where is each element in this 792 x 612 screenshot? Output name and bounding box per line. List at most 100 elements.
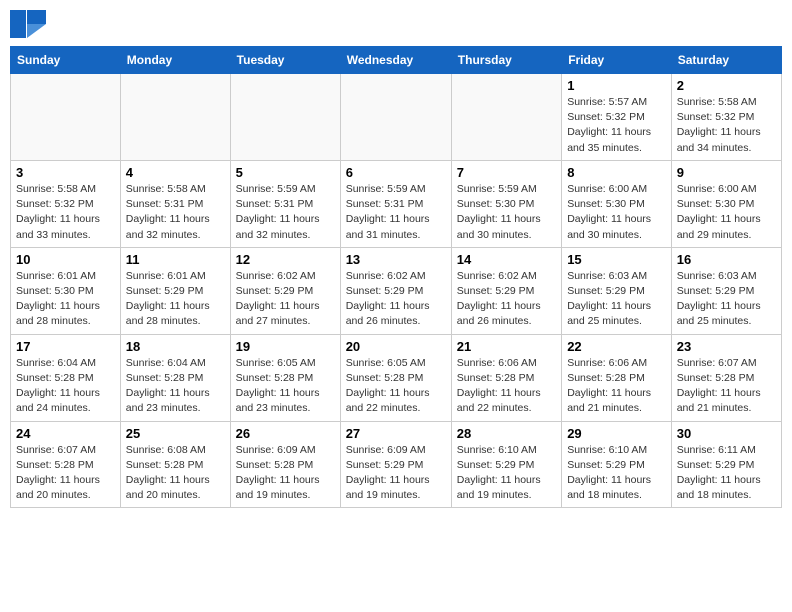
calendar-day-cell: 28 Sunrise: 6:10 AM Sunset: 5:29 PM Dayli…: [451, 421, 561, 508]
day-number: 21: [457, 339, 556, 354]
day-number: 11: [126, 252, 225, 267]
calendar-day-cell: 30 Sunrise: 6:11 AM Sunset: 5:29 PM Dayli…: [671, 421, 781, 508]
calendar-week-row: 17Sunrise: 6:04 AM Sunset: 5:28 PM Dayli…: [11, 334, 782, 421]
day-number: 12: [236, 252, 335, 267]
calendar-day-cell: [120, 74, 230, 161]
day-info: Sunrise: 6:05 AM Sunset: 5:28 PM Dayligh…: [346, 356, 446, 417]
day-info: Sunrise: 6:09 AM Sunset: 5:29 PM Dayligh…: [346, 443, 446, 504]
calendar-day-cell: 22 Sunrise: 6:06 AM Sunset: 5:28 PM Dayli…: [562, 334, 672, 421]
weekday-header-cell: Friday: [562, 47, 672, 74]
calendar-day-cell: 10 Sunrise: 6:01 AM Sunset: 5:30 PM Dayli…: [11, 247, 121, 334]
day-info: Sunrise: 5:58 AM Sunset: 5:32 PM Dayligh…: [677, 95, 776, 156]
day-number: 29: [567, 426, 666, 441]
day-number: 23: [677, 339, 776, 354]
day-info: Sunrise: 6:02 AM Sunset: 5:29 PM Dayligh…: [457, 269, 556, 330]
calendar-day-cell: 8 Sunrise: 6:00 AM Sunset: 5:30 PM Daylig…: [562, 160, 672, 247]
day-info: Sunrise: 5:57 AM Sunset: 5:32 PM Dayligh…: [567, 95, 666, 156]
day-number: 5: [236, 165, 335, 180]
day-info: Sunrise: 6:08 AM Sunset: 5:28 PM Dayligh…: [126, 443, 225, 504]
day-number: 7: [457, 165, 556, 180]
calendar-day-cell: 7 Sunrise: 5:59 AM Sunset: 5:30 PM Daylig…: [451, 160, 561, 247]
page-header: [10, 10, 782, 38]
day-info: Sunrise: 5:59 AM Sunset: 5:31 PM Dayligh…: [346, 182, 446, 243]
day-info: Sunrise: 5:59 AM Sunset: 5:30 PM Dayligh…: [457, 182, 556, 243]
calendar-week-row: 1 Sunrise: 5:57 AM Sunset: 5:32 PM Daylig…: [11, 74, 782, 161]
day-info: Sunrise: 6:04 AM Sunset: 5:28 PM Dayligh…: [16, 356, 115, 417]
calendar-day-cell: 27 Sunrise: 6:09 AM Sunset: 5:29 PM Dayli…: [340, 421, 451, 508]
calendar-day-cell: 5 Sunrise: 5:59 AM Sunset: 5:31 PM Daylig…: [230, 160, 340, 247]
day-info: Sunrise: 5:58 AM Sunset: 5:31 PM Dayligh…: [126, 182, 225, 243]
day-number: 2: [677, 78, 776, 93]
day-info: Sunrise: 6:10 AM Sunset: 5:29 PM Dayligh…: [567, 443, 666, 504]
day-info: Sunrise: 6:00 AM Sunset: 5:30 PM Dayligh…: [677, 182, 776, 243]
day-info: Sunrise: 6:01 AM Sunset: 5:29 PM Dayligh…: [126, 269, 225, 330]
day-info: Sunrise: 6:07 AM Sunset: 5:28 PM Dayligh…: [16, 443, 115, 504]
day-number: 28: [457, 426, 556, 441]
calendar-day-cell: 24 Sunrise: 6:07 AM Sunset: 5:28 PM Dayli…: [11, 421, 121, 508]
day-number: 25: [126, 426, 225, 441]
day-info: Sunrise: 6:00 AM Sunset: 5:30 PM Dayligh…: [567, 182, 666, 243]
calendar-day-cell: [451, 74, 561, 161]
calendar-day-cell: 19Sunrise: 6:05 AM Sunset: 5:28 PM Dayli…: [230, 334, 340, 421]
day-info: Sunrise: 5:59 AM Sunset: 5:31 PM Dayligh…: [236, 182, 335, 243]
day-info: Sunrise: 6:05 AM Sunset: 5:28 PM Dayligh…: [236, 356, 335, 417]
calendar-day-cell: [340, 74, 451, 161]
day-info: Sunrise: 6:10 AM Sunset: 5:29 PM Dayligh…: [457, 443, 556, 504]
day-number: 3: [16, 165, 115, 180]
calendar-day-cell: 20 Sunrise: 6:05 AM Sunset: 5:28 PM Dayli…: [340, 334, 451, 421]
calendar-day-cell: 2 Sunrise: 5:58 AM Sunset: 5:32 PM Daylig…: [671, 74, 781, 161]
calendar-day-cell: 23Sunrise: 6:07 AM Sunset: 5:28 PM Dayli…: [671, 334, 781, 421]
day-info: Sunrise: 5:58 AM Sunset: 5:32 PM Dayligh…: [16, 182, 115, 243]
day-number: 10: [16, 252, 115, 267]
calendar-day-cell: 14 Sunrise: 6:02 AM Sunset: 5:29 PM Dayli…: [451, 247, 561, 334]
day-number: 14: [457, 252, 556, 267]
calendar-table: SundayMondayTuesdayWednesdayThursdayFrid…: [10, 46, 782, 508]
day-info: Sunrise: 6:02 AM Sunset: 5:29 PM Dayligh…: [236, 269, 335, 330]
day-number: 8: [567, 165, 666, 180]
day-number: 9: [677, 165, 776, 180]
day-number: 6: [346, 165, 446, 180]
day-number: 20: [346, 339, 446, 354]
day-info: Sunrise: 6:03 AM Sunset: 5:29 PM Dayligh…: [567, 269, 666, 330]
calendar-day-cell: 17Sunrise: 6:04 AM Sunset: 5:28 PM Dayli…: [11, 334, 121, 421]
day-number: 1: [567, 78, 666, 93]
day-info: Sunrise: 6:04 AM Sunset: 5:28 PM Dayligh…: [126, 356, 225, 417]
weekday-header-cell: Monday: [120, 47, 230, 74]
calendar-day-cell: 9 Sunrise: 6:00 AM Sunset: 5:30 PM Daylig…: [671, 160, 781, 247]
calendar-day-cell: 4 Sunrise: 5:58 AM Sunset: 5:31 PM Daylig…: [120, 160, 230, 247]
day-number: 4: [126, 165, 225, 180]
day-number: 24: [16, 426, 115, 441]
logo: [10, 10, 50, 38]
day-number: 13: [346, 252, 446, 267]
calendar-day-cell: 15 Sunrise: 6:03 AM Sunset: 5:29 PM Dayli…: [562, 247, 672, 334]
day-info: Sunrise: 6:01 AM Sunset: 5:30 PM Dayligh…: [16, 269, 115, 330]
calendar-week-row: 3 Sunrise: 5:58 AM Sunset: 5:32 PM Daylig…: [11, 160, 782, 247]
calendar-day-cell: [230, 74, 340, 161]
weekday-header-row: SundayMondayTuesdayWednesdayThursdayFrid…: [11, 47, 782, 74]
weekday-header-cell: Thursday: [451, 47, 561, 74]
day-number: 27: [346, 426, 446, 441]
day-info: Sunrise: 6:11 AM Sunset: 5:29 PM Dayligh…: [677, 443, 776, 504]
calendar-day-cell: 21 Sunrise: 6:06 AM Sunset: 5:28 PM Dayli…: [451, 334, 561, 421]
calendar-week-row: 10 Sunrise: 6:01 AM Sunset: 5:30 PM Dayli…: [11, 247, 782, 334]
day-number: 16: [677, 252, 776, 267]
day-number: 22: [567, 339, 666, 354]
weekday-header-cell: Saturday: [671, 47, 781, 74]
calendar-day-cell: 12 Sunrise: 6:02 AM Sunset: 5:29 PM Dayli…: [230, 247, 340, 334]
calendar-day-cell: 11 Sunrise: 6:01 AM Sunset: 5:29 PM Dayli…: [120, 247, 230, 334]
day-info: Sunrise: 6:03 AM Sunset: 5:29 PM Dayligh…: [677, 269, 776, 330]
day-info: Sunrise: 6:06 AM Sunset: 5:28 PM Dayligh…: [567, 356, 666, 417]
weekday-header-cell: Sunday: [11, 47, 121, 74]
calendar-day-cell: [11, 74, 121, 161]
day-number: 18: [126, 339, 225, 354]
day-number: 30: [677, 426, 776, 441]
calendar-day-cell: 1 Sunrise: 5:57 AM Sunset: 5:32 PM Daylig…: [562, 74, 672, 161]
day-info: Sunrise: 6:09 AM Sunset: 5:28 PM Dayligh…: [236, 443, 335, 504]
calendar-day-cell: 13 Sunrise: 6:02 AM Sunset: 5:29 PM Dayli…: [340, 247, 451, 334]
calendar-day-cell: 3 Sunrise: 5:58 AM Sunset: 5:32 PM Daylig…: [11, 160, 121, 247]
day-number: 15: [567, 252, 666, 267]
day-info: Sunrise: 6:06 AM Sunset: 5:28 PM Dayligh…: [457, 356, 556, 417]
day-number: 26: [236, 426, 335, 441]
logo-icon: [10, 10, 46, 38]
day-info: Sunrise: 6:02 AM Sunset: 5:29 PM Dayligh…: [346, 269, 446, 330]
